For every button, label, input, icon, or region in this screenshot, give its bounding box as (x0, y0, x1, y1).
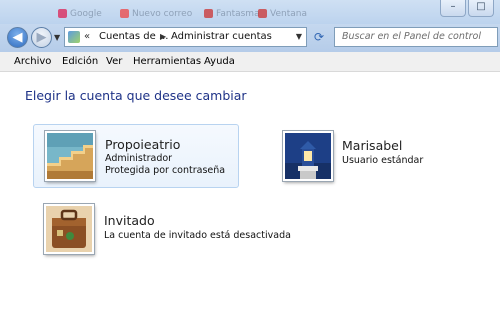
menu-ayuda[interactable]: Ayuda (204, 52, 235, 71)
forward-button[interactable]: ▶ (31, 27, 52, 48)
account-name: Propoieatrio (105, 137, 181, 152)
account-type: Administrador (105, 153, 173, 164)
account-type: Usuario estándar (342, 155, 424, 166)
lighthouse-avatar-icon (283, 131, 333, 181)
page-title: Elegir la cuenta que desee cambiar (25, 88, 247, 103)
tab-favicon-icon (204, 9, 213, 18)
breadcrumb-separator-icon[interactable]: ▶ (160, 28, 166, 46)
double-chevron-left-icon[interactable]: « (84, 28, 90, 46)
chevron-down-icon: ▼ (54, 33, 61, 42)
minimize-button[interactable]: – (440, 0, 466, 17)
account-tile-invitado[interactable]: Invitado La cuenta de invitado está desa… (33, 200, 293, 256)
address-bar[interactable]: « Cuentas de ... ▶ Administrar cuentas ▼ (64, 27, 307, 47)
background-tab: Google (58, 9, 102, 21)
account-tile-propoieatrio[interactable]: Propoieatrio Administrador Protegida por… (33, 124, 239, 188)
search-input[interactable]: Buscar en el Panel de control (334, 27, 498, 47)
menu-archivo[interactable]: Archivo (14, 52, 51, 71)
tab-favicon-icon (58, 9, 67, 18)
account-name: Marisabel (342, 138, 403, 153)
refresh-icon: ⟳ (313, 30, 325, 44)
control-panel-icon (68, 31, 80, 43)
account-name: Invitado (104, 213, 155, 228)
tab-favicon-icon (258, 9, 267, 18)
stairs-avatar-icon (45, 131, 95, 181)
background-tab: Fantasma (204, 9, 260, 21)
window-title-bar: Google Nuevo correo Fantasma Ventana – □ (0, 0, 500, 24)
menu-ver[interactable]: Ver (106, 52, 122, 71)
maximize-button[interactable]: □ (468, 0, 494, 17)
arrow-left-icon: ◀ (12, 30, 23, 45)
window-controls: – □ (440, 0, 494, 17)
tab-favicon-icon (120, 9, 129, 18)
back-button[interactable]: ◀ (7, 27, 28, 48)
menu-herramientas[interactable]: Herramientas (133, 52, 201, 71)
account-password-status: Protegida por contraseña (105, 165, 226, 176)
suitcase-avatar-icon (44, 204, 94, 254)
account-tile-marisabel[interactable]: Marisabel Usuario estándar (272, 124, 476, 186)
navigation-bar: ◀ ▶ ▼ « Cuentas de ... ▶ Administrar cue… (0, 24, 500, 52)
breadcrumb-user-accounts[interactable]: Cuentas de ... (99, 28, 168, 46)
recent-pages-dropdown[interactable]: ▼ (54, 33, 60, 42)
background-tab: Ventana (258, 9, 307, 21)
account-status: La cuenta de invitado está desactivada (104, 230, 291, 241)
refresh-button[interactable]: ⟳ (312, 30, 326, 44)
menu-edicion[interactable]: Edición (62, 52, 98, 71)
address-dropdown-button[interactable]: ▼ (296, 28, 302, 46)
background-tab: Nuevo correo (120, 9, 192, 21)
arrow-right-icon: ▶ (36, 30, 47, 45)
menu-bar: Archivo Edición Ver Herramientas Ayuda (0, 52, 500, 72)
breadcrumb-manage-accounts[interactable]: Administrar cuentas (171, 28, 272, 46)
